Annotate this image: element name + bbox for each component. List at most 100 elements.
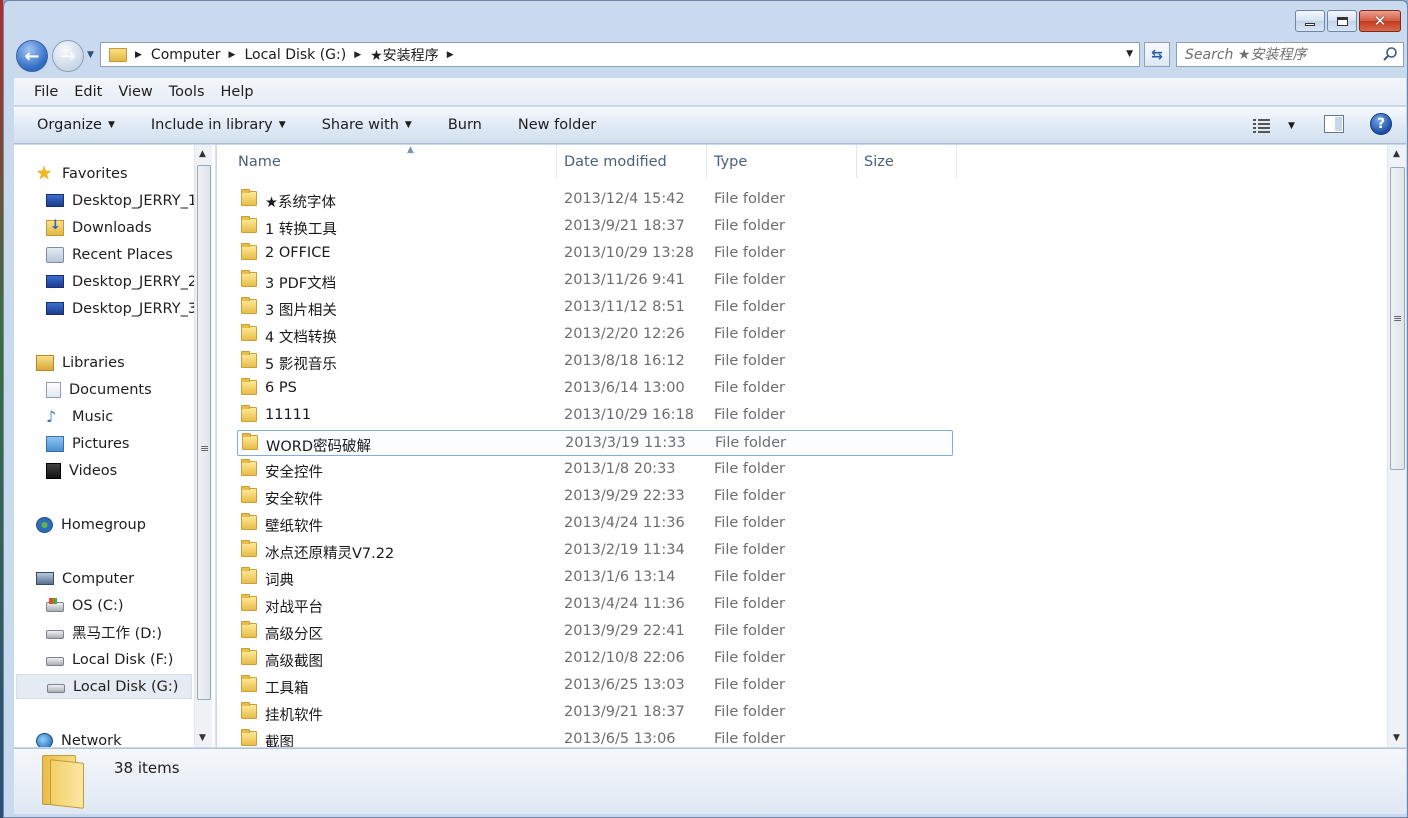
file-row[interactable]: 3 图片相关 2013/11/12 8:51 File folder [237,295,953,321]
sidebar-item-os-c[interactable]: OS (C:) [46,593,124,618]
breadcrumb-local-disk-g[interactable]: Local Disk (G:) [244,47,346,63]
scrollbar-thumb[interactable] [1390,167,1405,470]
share-with-button[interactable]: Share with ▼ [322,117,412,133]
breadcrumb-chevron-icon[interactable]: ▶ [135,50,142,60]
file-row[interactable]: 2 OFFICE 2013/10/29 13:28 File folder [237,241,953,267]
sidebar-item-music[interactable]: ♪ Music [46,404,113,429]
sidebar-item-local-disk-f[interactable]: Local Disk (F:) [46,647,173,672]
help-icon[interactable]: ? [1370,113,1392,135]
recent-pages-dropdown[interactable]: ▼ [87,50,94,60]
scrollbar-thumb[interactable] [197,165,211,700]
file-row[interactable]: 壁纸软件 2013/4/24 11:36 File folder [237,511,953,537]
sort-ascending-icon: ▲ [407,145,414,155]
file-type: File folder [714,569,785,585]
column-header-date-modified[interactable]: Date modified [557,145,707,179]
breadcrumb-computer[interactable]: Computer [151,47,221,63]
scroll-up-icon[interactable]: ▲ [1393,149,1400,159]
address-bar[interactable]: ▶ Computer ▶ Local Disk (G:) ▶ ★安装程序 ▶ ▼ [100,42,1140,67]
file-row[interactable]: 11111 2013/10/29 16:18 File folder [237,403,953,429]
scroll-down-icon[interactable]: ▼ [1393,733,1400,743]
sidebar-item-homegroup[interactable]: Homegroup [36,512,146,537]
file-row[interactable]: 词典 2013/1/6 13:14 File folder [237,565,953,591]
sidebar-item-local-disk-g[interactable]: Local Disk (G:) [16,674,192,699]
sidebar-item-videos[interactable]: Videos [46,458,117,483]
file-row[interactable]: 安全软件 2013/9/29 22:33 File folder [237,484,953,510]
back-arrow-icon: ← [24,45,40,67]
breadcrumb-current-folder[interactable]: ★安装程序 [370,45,439,65]
sidebar-item-label: Recent Places [72,246,173,263]
breadcrumb-chevron-icon[interactable]: ▶ [354,50,361,60]
sidebar-item-desktop-jerry-2[interactable]: Desktop_JERRY_2 [46,269,197,294]
change-view-button[interactable]: ▼ [1252,116,1302,136]
address-history-dropdown-icon[interactable]: ▼ [1126,49,1133,59]
sidebar-item-downloads[interactable]: Downloads [46,215,152,240]
menu-file[interactable]: File [34,84,58,100]
close-button[interactable]: ✕ [1359,10,1401,32]
search-icon[interactable] [1382,46,1398,62]
file-row[interactable]: 高级分区 2013/9/29 22:41 File folder [237,619,953,645]
file-type: File folder [714,650,785,666]
sidebar-item-recent-places[interactable]: Recent Places [46,242,173,267]
sidebar-item-desktop-jerry-1[interactable]: Desktop_JERRY_1 [46,188,197,213]
sidebar-item-desktop-jerry-3[interactable]: Desktop_JERRY_3 [46,296,197,321]
file-row[interactable]: 1 转换工具 2013/9/21 18:37 File folder [237,214,953,240]
navigation-scrollbar[interactable]: ▲ ▼ [194,145,212,747]
organize-button[interactable]: Organize ▼ [37,117,115,133]
scroll-down-icon[interactable]: ▼ [199,733,206,743]
menu-tools[interactable]: Tools [169,84,205,100]
menu-edit[interactable]: Edit [74,84,102,100]
burn-button[interactable]: Burn [448,117,482,133]
sidebar-item-computer[interactable]: Computer [36,566,134,591]
file-row[interactable]: 5 影视音乐 2013/8/18 16:12 File folder [237,349,953,375]
command-bar: Organize ▼ Include in library ▼ Share with… [14,107,1406,144]
file-type: File folder [714,191,785,207]
file-list-scrollbar[interactable]: ▲ ▼ [1387,145,1406,747]
file-row[interactable]: WORD密码破解 2013/3/19 11:33 File folder [237,430,953,456]
column-header-name[interactable]: Name ▲ [237,145,557,179]
file-row[interactable]: 安全控件 2013/1/8 20:33 File folder [237,457,953,483]
file-name: 壁纸软件 [265,519,323,535]
sidebar-item-d[interactable]: 黑马工作 (D:) [46,620,162,645]
menu-help[interactable]: Help [221,84,254,100]
sidebar-item-documents[interactable]: Documents [46,377,152,402]
file-row[interactable]: 对战平台 2013/4/24 11:36 File folder [237,592,953,618]
maximize-button[interactable] [1327,10,1357,32]
new-folder-button[interactable]: New folder [518,117,596,133]
file-row[interactable]: 4 文档转换 2013/2/20 12:26 File folder [237,322,953,348]
downloads-icon [46,218,64,236]
forward-button[interactable]: → [52,40,84,72]
file-row[interactable]: 挂机软件 2013/9/21 18:37 File folder [237,700,953,726]
file-name: 对战平台 [265,600,323,616]
desktop-icon [46,275,64,288]
menu-view[interactable]: View [118,84,152,100]
sidebar-item-libraries[interactable]: Libraries [36,350,125,375]
sidebar-item-pictures[interactable]: Pictures [46,431,129,456]
libraries-icon [36,354,54,371]
sidebar-item-network[interactable]: Network [36,728,122,747]
sidebar-item-label: Videos [69,462,118,479]
file-row[interactable]: 工具箱 2013/6/25 13:03 File folder [237,673,953,699]
breadcrumb-chevron-icon[interactable]: ▶ [447,50,454,60]
breadcrumb-chevron-icon[interactable]: ▶ [229,50,236,60]
file-date-modified: 2013/10/29 16:18 [564,407,694,423]
column-header-type[interactable]: Type [707,145,857,179]
minimize-button[interactable] [1295,10,1325,32]
back-button[interactable]: ← [16,40,48,72]
file-row[interactable]: 截图 2013/6/5 13:06 File folder [237,727,953,747]
chevron-down-icon[interactable]: ▼ [1288,121,1295,131]
file-row[interactable]: ★系统字体 2013/12/4 15:42 File folder [237,187,953,213]
file-row[interactable]: 6 PS 2013/6/14 13:00 File folder [237,376,953,402]
file-row[interactable]: 3 PDF文档 2013/11/26 9:41 File folder [237,268,953,294]
scroll-up-icon[interactable]: ▲ [199,149,206,159]
search-box[interactable] [1176,42,1404,67]
search-input[interactable] [1185,46,1375,63]
file-row[interactable]: 高级截图 2012/10/8 22:06 File folder [237,646,953,672]
file-row[interactable]: 冰点还原精灵V7.22 2013/2/19 11:34 File folder [237,538,953,564]
refresh-button[interactable]: ⇆ [1144,42,1170,67]
folder-icon [241,243,257,260]
sidebar-item-label: Libraries [62,354,125,371]
sidebar-item-favorites[interactable]: ★ Favorites [36,161,128,186]
column-header-size[interactable]: Size [857,145,957,179]
include-in-library-button[interactable]: Include in library ▼ [151,117,286,133]
preview-pane-button[interactable] [1324,115,1344,133]
